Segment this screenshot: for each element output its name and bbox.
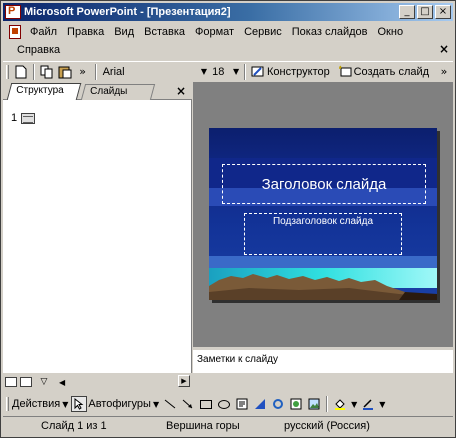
close-document-icon[interactable]: × (439, 42, 449, 56)
toolbar-separator (94, 63, 97, 80)
outline-slide-number: 1 (11, 112, 18, 124)
window-controls: _ □ × (399, 5, 451, 19)
arrow-tool-icon[interactable] (180, 396, 196, 412)
close-pane-icon[interactable]: × (176, 84, 186, 98)
line-color-dropdown-icon[interactable]: ▼ (379, 400, 385, 409)
slide-title: Заголовок слайда (261, 175, 387, 193)
toolbar-options-icon[interactable]: » (75, 64, 91, 80)
toolbar-separator (244, 63, 247, 80)
scroll-right-icon[interactable]: ▶ (178, 375, 190, 387)
tab-outline-label: Структура (16, 85, 64, 96)
tab-slides[interactable]: Слайды (80, 84, 156, 100)
slide-editing-area: Заголовок слайда Подзаголовок слайда (193, 82, 453, 347)
status-bar: Слайд 1 из 1 Вершина горы русский (Росси… (3, 416, 453, 434)
menu-format[interactable]: Формат (190, 26, 239, 38)
new-slide-icon[interactable] (337, 64, 353, 80)
status-design-name: Вершина горы (166, 419, 240, 432)
standard-toolbar: » Arial ▼ 18 ▼ Конструктор Создать слайд… (3, 61, 453, 81)
toolbar-grip[interactable] (6, 397, 9, 411)
outline-slide-row[interactable]: 1 (11, 112, 36, 124)
diagram-icon[interactable] (270, 396, 286, 412)
status-slide-count: Слайд 1 из 1 (41, 419, 107, 432)
font-size-dropdown-icon[interactable]: ▼ (233, 67, 239, 76)
line-color-icon[interactable] (360, 396, 376, 412)
menu-view[interactable]: Вид (109, 26, 139, 38)
select-pointer-icon[interactable] (71, 396, 88, 412)
outline-pane: Структура Слайды × 1 (3, 82, 192, 373)
view-buttons-bar: ▽ ◀ ▶ (3, 374, 192, 390)
designer-button[interactable]: Конструктор (267, 66, 330, 78)
slide-subtitle: Подзаголовок слайда (272, 216, 374, 227)
font-dropdown-icon[interactable]: ▼ (201, 67, 207, 76)
toolbar-separator (32, 63, 35, 80)
toolbar-separator (326, 396, 329, 412)
menu-bar: Файл Правка Вид Вставка Формат Сервис По… (3, 22, 453, 60)
toolbar-grip[interactable] (6, 64, 9, 79)
slide-sorter-view-icon[interactable] (20, 377, 32, 387)
normal-view-icon[interactable] (5, 377, 17, 387)
menu-insert[interactable]: Вставка (139, 26, 190, 38)
actions-dropdown-icon[interactable]: ▼ (62, 400, 68, 409)
autoshapes-menu[interactable]: Автофигуры (88, 398, 151, 410)
tab-slides-label: Слайды (90, 86, 128, 97)
new-slide-button[interactable]: Создать слайд (354, 66, 429, 78)
wordart-icon[interactable] (252, 396, 268, 412)
menu-tools[interactable]: Сервис (239, 26, 287, 38)
copy-icon[interactable] (39, 64, 55, 80)
font-name-field[interactable]: Arial (100, 64, 199, 80)
drawing-toolbar: Действия ▼ Автофигуры ▼ ▼ ▼ (3, 394, 453, 414)
new-document-icon[interactable] (13, 64, 29, 80)
title-bar[interactable]: Microsoft PowerPoint - [Презентация2] _ … (3, 3, 453, 21)
menu-row-2: Справка (3, 41, 65, 59)
actions-menu[interactable]: Действия (12, 398, 60, 410)
pane-tabs: Структура Слайды × (3, 82, 192, 100)
toolbar-overflow-icon[interactable]: » (436, 64, 452, 80)
slide-canvas[interactable]: Заголовок слайда Подзаголовок слайда (209, 128, 437, 300)
mountain-landscape-image (209, 274, 437, 300)
menu-file[interactable]: Файл (25, 26, 62, 38)
slide-title-placeholder[interactable]: Заголовок слайда (222, 164, 426, 204)
notes-pane[interactable]: Заметки к слайду (193, 348, 453, 373)
maximize-button[interactable]: □ (417, 5, 433, 19)
window-title: Microsoft PowerPoint - [Презентация2] (24, 6, 231, 18)
menu-slideshow[interactable]: Показ слайдов (287, 26, 373, 38)
slideshow-view-icon[interactable]: ▽ (36, 374, 52, 390)
clipart-icon[interactable] (288, 396, 304, 412)
font-size-field[interactable]: 18 (209, 64, 231, 80)
powerpoint-icon[interactable] (5, 5, 21, 19)
fill-color-dropdown-icon[interactable]: ▼ (351, 400, 357, 409)
paste-icon[interactable] (57, 64, 73, 80)
textbox-tool-icon[interactable] (234, 396, 250, 412)
rectangle-tool-icon[interactable] (198, 396, 214, 412)
menu-edit[interactable]: Правка (62, 26, 109, 38)
tab-outline[interactable]: Структура (6, 83, 82, 100)
scroll-left-icon[interactable]: ◀ (59, 378, 65, 387)
line-tool-icon[interactable] (162, 396, 178, 412)
status-language: русский (Россия) (284, 419, 370, 432)
powerpoint-window: Microsoft PowerPoint - [Презентация2] _ … (0, 0, 456, 438)
slide-subtitle-placeholder[interactable]: Подзаголовок слайда (244, 213, 402, 255)
fill-color-icon[interactable] (332, 396, 348, 412)
notes-placeholder: Заметки к слайду (197, 354, 278, 365)
insert-picture-icon[interactable] (306, 396, 322, 412)
minimize-button[interactable]: _ (399, 5, 415, 19)
menu-help[interactable]: Справка (3, 44, 65, 56)
designer-icon[interactable] (250, 64, 266, 80)
oval-tool-icon[interactable] (216, 396, 232, 412)
menu-row: Файл Правка Вид Вставка Формат Сервис По… (3, 23, 408, 41)
menu-window[interactable]: Окно (373, 26, 409, 38)
autoshapes-dropdown-icon[interactable]: ▼ (153, 400, 159, 409)
slide-thumbnail-icon[interactable] (21, 112, 36, 124)
document-icon[interactable] (9, 25, 21, 39)
close-button[interactable]: × (435, 5, 451, 19)
